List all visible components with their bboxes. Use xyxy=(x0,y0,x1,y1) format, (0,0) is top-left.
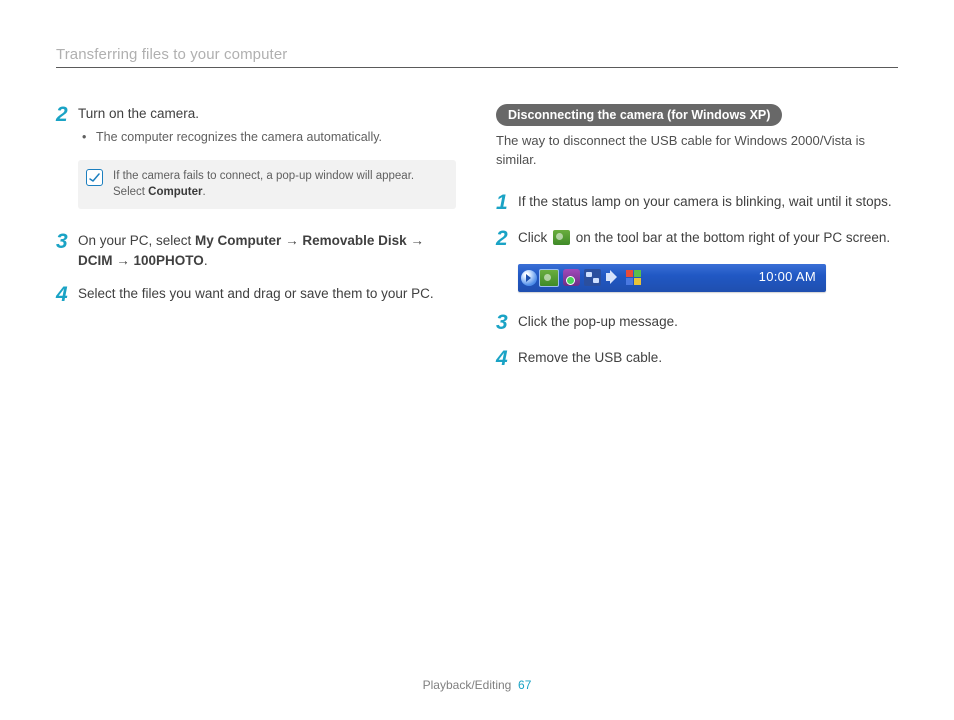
note-text: If the camera fails to connect, a pop-up… xyxy=(113,168,446,201)
step-text: Click the pop-up message. xyxy=(518,312,896,332)
bullet-list: The computer recognizes the camera autom… xyxy=(78,128,456,146)
note-icon xyxy=(86,169,103,186)
safely-remove-hardware-tray-icon[interactable] xyxy=(539,269,559,287)
taskbar-clock[interactable]: 10:00 AM xyxy=(759,268,816,287)
bullet-item: The computer recognizes the camera autom… xyxy=(96,128,456,146)
columns: 2 Turn on the camera. The computer recog… xyxy=(56,104,898,384)
left-step-3: 3 On your PC, select My Computer → Remov… xyxy=(56,231,456,270)
page: Transferring files to your computer 2 Tu… xyxy=(0,0,954,720)
security-shield-tray-icon[interactable] xyxy=(563,269,580,286)
arrow: → xyxy=(407,233,424,248)
path-removable-disk: Removable Disk xyxy=(302,233,406,248)
step-number: 3 xyxy=(496,312,518,334)
step-number: 4 xyxy=(496,348,518,370)
right-step-2: 2 Click on the tool bar at the bottom ri… xyxy=(496,228,896,250)
step-number: 1 xyxy=(496,192,518,214)
step-text: Remove the USB cable. xyxy=(518,348,896,368)
step-number: 3 xyxy=(56,231,78,253)
left-step-4: 4 Select the files you want and drag or … xyxy=(56,284,456,306)
network-tray-icon[interactable] xyxy=(584,269,601,286)
volume-tray-icon[interactable] xyxy=(605,269,622,286)
text-suffix: on the tool bar at the bottom right of y… xyxy=(572,230,890,245)
step-text: Turn on the camera. xyxy=(78,106,199,121)
left-step-2: 2 Turn on the camera. The computer recog… xyxy=(56,104,456,146)
note-bold: Computer xyxy=(148,186,202,198)
section-pill: Disconnecting the camera (for Windows XP… xyxy=(496,104,782,126)
taskbar-expand-arrow-icon[interactable] xyxy=(521,270,537,286)
step-text: If the status lamp on your camera is bli… xyxy=(518,192,896,212)
step-number: 2 xyxy=(496,228,518,250)
step-text: Select the files you want and drag or sa… xyxy=(78,284,456,304)
path-100photo: 100PHOTO xyxy=(134,253,204,268)
system-tray-icon[interactable] xyxy=(626,270,641,285)
safely-remove-hardware-icon xyxy=(553,230,570,245)
path-my-computer: My Computer xyxy=(195,233,281,248)
right-column: Disconnecting the camera (for Windows XP… xyxy=(496,104,896,384)
text: . xyxy=(204,253,208,268)
step-number: 2 xyxy=(56,104,78,126)
step-body: Click on the tool bar at the bottom righ… xyxy=(518,228,896,248)
section-subtext: The way to disconnect the USB cable for … xyxy=(496,132,896,170)
note-box: If the camera fails to connect, a pop-up… xyxy=(78,160,456,209)
footer-section: Playback/Editing xyxy=(423,678,512,692)
text-prefix: Click xyxy=(518,230,551,245)
note-suffix: . xyxy=(202,186,205,198)
windows-taskbar-tray: 10:00 AM xyxy=(518,264,826,292)
page-footer: Playback/Editing 67 xyxy=(0,678,954,692)
right-step-1: 1 If the status lamp on your camera is b… xyxy=(496,192,896,214)
arrow: → xyxy=(281,233,302,248)
arrow: → xyxy=(113,253,134,268)
right-step-4: 4 Remove the USB cable. xyxy=(496,348,896,370)
right-step-3: 3 Click the pop-up message. xyxy=(496,312,896,334)
step-number: 4 xyxy=(56,284,78,306)
page-header: Transferring files to your computer xyxy=(56,46,898,68)
page-number: 67 xyxy=(518,678,531,692)
path-dcim: DCIM xyxy=(78,253,113,268)
step-body: On your PC, select My Computer → Removab… xyxy=(78,231,456,270)
step-body: Turn on the camera. The computer recogni… xyxy=(78,104,456,146)
left-column: 2 Turn on the camera. The computer recog… xyxy=(56,104,456,384)
text: On your PC, select xyxy=(78,233,195,248)
